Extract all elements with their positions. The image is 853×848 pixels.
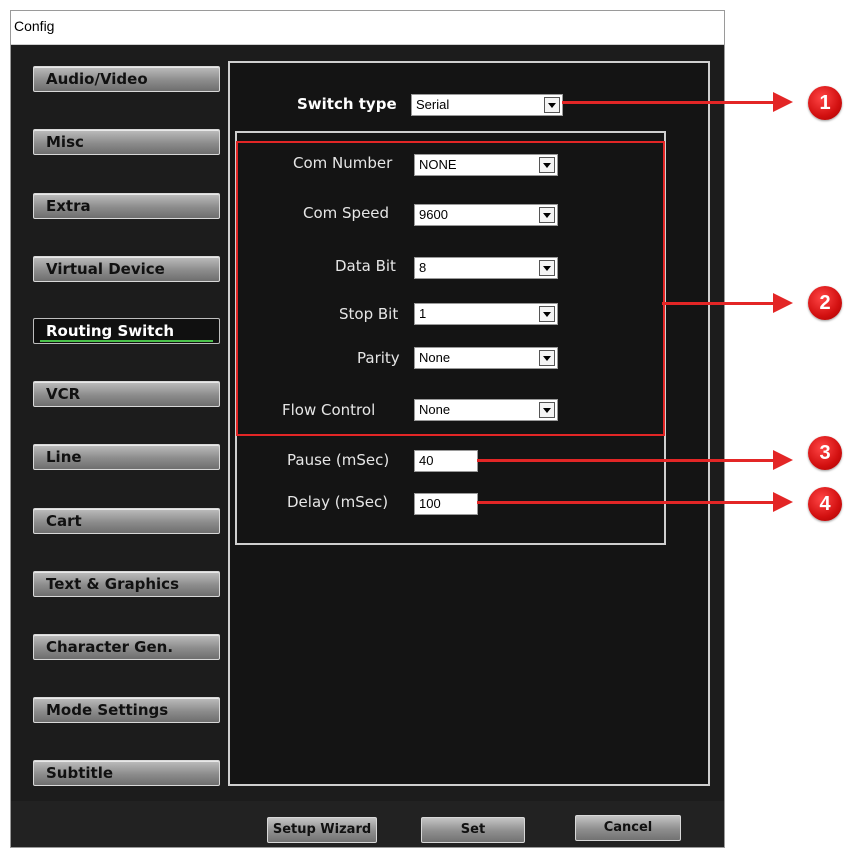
chevron-down-icon[interactable] xyxy=(539,306,555,322)
chevron-down-icon[interactable] xyxy=(544,97,560,113)
chevron-down-icon[interactable] xyxy=(539,260,555,276)
switch-type-select[interactable]: Serial xyxy=(411,94,563,116)
sidebar-item-virtual-device[interactable]: Virtual Device xyxy=(33,256,220,282)
chevron-down-icon[interactable] xyxy=(539,350,555,366)
setup-wizard-button[interactable]: Setup Wizard xyxy=(267,817,377,843)
delay-input[interactable]: 100 xyxy=(414,493,478,515)
data-bit-label: Data Bit xyxy=(335,257,396,275)
com-number-label: Com Number xyxy=(293,154,393,172)
callout-line-4 xyxy=(477,501,775,504)
arrow-right-icon xyxy=(773,450,793,470)
sidebar-item-line[interactable]: Line xyxy=(33,444,220,470)
stop-bit-label: Stop Bit xyxy=(339,305,399,323)
flow-control-select[interactable]: None xyxy=(414,399,558,421)
stop-bit-select[interactable]: 1 xyxy=(414,303,558,325)
callout-badge-3: 3 xyxy=(808,436,842,470)
com-speed-select[interactable]: 9600 xyxy=(414,204,558,226)
sidebar-item-subtitle[interactable]: Subtitle xyxy=(33,760,220,786)
cancel-button[interactable]: Cancel xyxy=(575,815,681,841)
com-number-select[interactable]: NONE xyxy=(414,154,558,176)
pause-input[interactable]: 40 xyxy=(414,450,478,472)
sidebar-item-vcr[interactable]: VCR xyxy=(33,381,220,407)
sidebar-item-misc[interactable]: Misc xyxy=(33,129,220,155)
arrow-right-icon xyxy=(773,492,793,512)
sidebar-item-mode-settings[interactable]: Mode Settings xyxy=(33,697,220,723)
parity-label: Parity xyxy=(357,349,400,367)
callout-badge-4: 4 xyxy=(808,487,842,521)
com-speed-label: Com Speed xyxy=(303,204,390,222)
parity-value: None xyxy=(419,350,451,365)
callout-badge-2: 2 xyxy=(808,286,842,320)
callout-line-2 xyxy=(662,302,775,305)
chevron-down-icon[interactable] xyxy=(539,402,555,418)
arrow-right-icon xyxy=(773,92,793,112)
sidebar-item-routing-switch[interactable]: Routing Switch xyxy=(33,318,220,344)
data-bit-select[interactable]: 8 xyxy=(414,257,558,279)
callout-badge-1: 1 xyxy=(808,86,842,120)
sidebar-item-cart[interactable]: Cart xyxy=(33,508,220,534)
set-button[interactable]: Set xyxy=(421,817,525,843)
sidebar-item-character-gen[interactable]: Character Gen. xyxy=(33,634,220,660)
com-settings-highlight xyxy=(236,141,665,436)
flow-control-label: Flow Control xyxy=(282,401,376,419)
data-bit-value: 8 xyxy=(419,260,427,275)
delay-label: Delay (mSec) xyxy=(287,493,389,511)
stop-bit-value: 1 xyxy=(419,306,427,321)
sidebar-item-audio-video[interactable]: Audio/Video xyxy=(33,66,220,92)
com-number-value: NONE xyxy=(419,157,457,172)
switch-type-label: Switch type xyxy=(297,95,397,113)
chevron-down-icon[interactable] xyxy=(539,207,555,223)
pause-label: Pause (mSec) xyxy=(287,451,390,469)
chevron-down-icon[interactable] xyxy=(539,157,555,173)
parity-select[interactable]: None xyxy=(414,347,558,369)
config-window: Config Audio/Video Misc Extra Virtual De… xyxy=(10,10,725,848)
sidebar-item-text-graphics[interactable]: Text & Graphics xyxy=(33,571,220,597)
callout-line-3 xyxy=(477,459,775,462)
flow-control-value: None xyxy=(419,402,451,417)
com-speed-value: 9600 xyxy=(419,207,448,222)
arrow-right-icon xyxy=(773,293,793,313)
switch-type-value: Serial xyxy=(416,97,450,112)
sidebar-item-extra[interactable]: Extra xyxy=(33,193,220,219)
window-title: Config xyxy=(11,11,724,45)
callout-line-1 xyxy=(562,101,775,104)
